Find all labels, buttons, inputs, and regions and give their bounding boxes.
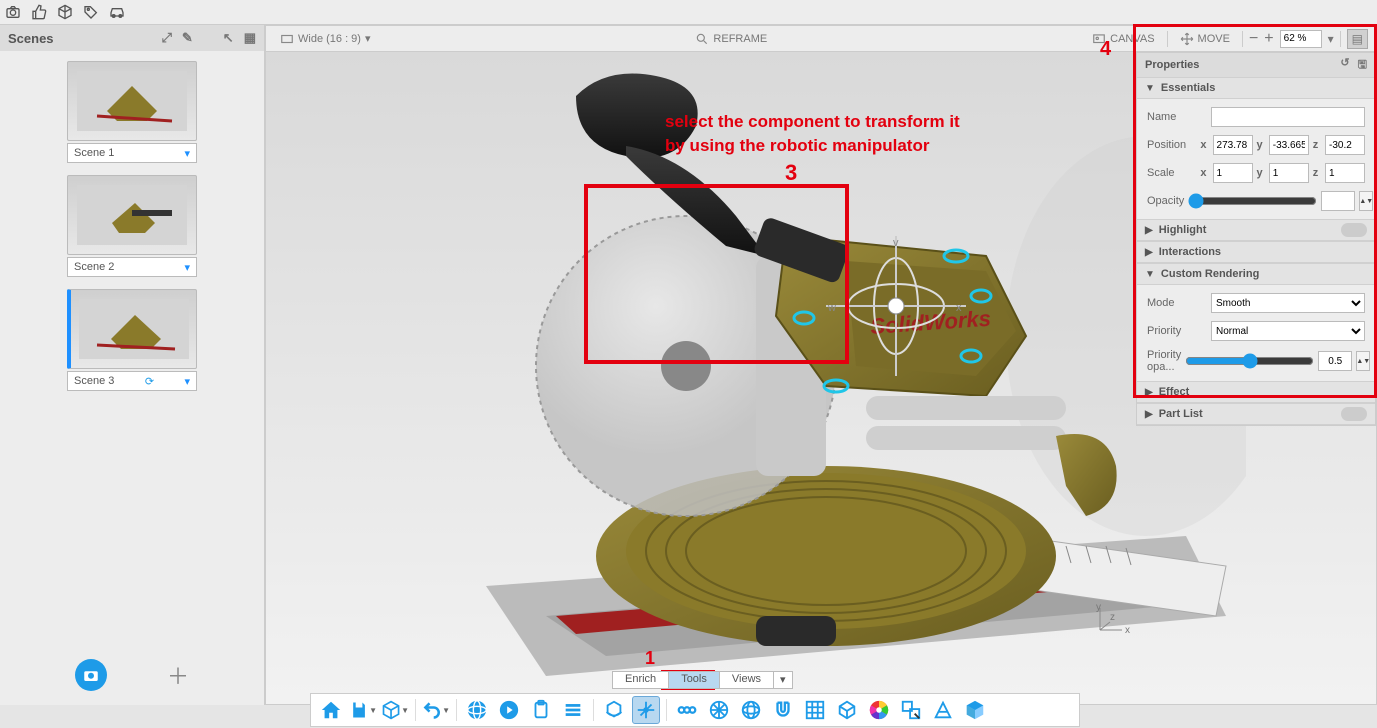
scenes-edit-icon[interactable]: ✎ — [182, 30, 193, 46]
clipboard-icon[interactable] — [527, 696, 555, 724]
color-wheel-icon[interactable] — [865, 696, 893, 724]
thumbs-tab-icon[interactable] — [26, 0, 52, 24]
camera-tab-icon[interactable] — [0, 0, 26, 24]
red-highlight-properties — [1133, 24, 1377, 398]
iso-cube-icon[interactable] — [961, 696, 989, 724]
save-icon[interactable]: ▼ — [349, 696, 377, 724]
scenes-expand-icon[interactable]: ⤢ — [161, 30, 171, 46]
sphere-grid-icon[interactable] — [737, 696, 765, 724]
chevron-down-icon: ▾ — [184, 375, 190, 388]
add-scene-button[interactable]: ＋ — [167, 659, 189, 691]
compass-icon[interactable] — [705, 696, 733, 724]
reframe-button[interactable]: REFRAME — [689, 29, 773, 49]
play-icon[interactable] — [495, 696, 523, 724]
package-icon[interactable]: ▼ — [381, 696, 409, 724]
wireframe-cube-icon[interactable] — [833, 696, 861, 724]
red-highlight-component — [584, 184, 849, 364]
chevron-down-icon: ▾ — [184, 261, 190, 274]
scene-item-2[interactable]: Scene 2▾ — [20, 175, 244, 277]
scene-thumb-2[interactable] — [67, 175, 197, 255]
annotation-text: select the component to transform it by … — [665, 110, 960, 158]
scene-thumb-1[interactable] — [67, 61, 197, 141]
car-tab-icon[interactable] — [104, 0, 130, 24]
bottom-toolbar: ▼ ▼ ▼ — [310, 693, 1080, 727]
undo-icon[interactable]: ▼ — [422, 696, 450, 724]
magnet-icon[interactable] — [769, 696, 797, 724]
scene-dropdown-1[interactable]: Scene 1▾ — [67, 143, 197, 163]
scenes-title: Scenes — [8, 31, 54, 46]
tab-tools[interactable]: Tools — [669, 672, 720, 688]
globe-icon[interactable] — [463, 696, 491, 724]
scene-item-1[interactable]: Scene 1▾ — [20, 61, 244, 163]
grid-icon[interactable] — [801, 696, 829, 724]
cube-tab-icon[interactable] — [52, 0, 78, 24]
perspective-icon[interactable] — [929, 696, 957, 724]
list-icon[interactable] — [559, 696, 587, 724]
svg-text:x: x — [956, 302, 962, 314]
scenes-panel: Scenes ⤢ ✎ ↖ ▦ Scene 1▾ Scene 2▾ — [0, 25, 265, 705]
capture-scene-button[interactable] — [75, 659, 107, 691]
chevron-down-icon: ▾ — [365, 32, 371, 45]
refresh-icon: ⟳ — [145, 375, 154, 388]
tag-tab-icon[interactable] — [78, 0, 104, 24]
partlist-header[interactable]: ▶Part List — [1137, 403, 1375, 425]
scenes-header: Scenes ⤢ ✎ ↖ ▦ — [0, 25, 264, 51]
top-icon-tabs — [0, 0, 1377, 25]
tab-enrich[interactable]: Enrich — [613, 672, 669, 688]
home-icon[interactable] — [317, 696, 345, 724]
scene-dropdown-2[interactable]: Scene 2▾ — [67, 257, 197, 277]
transform-manipulator-icon[interactable] — [632, 696, 660, 724]
tabs-chevron[interactable]: ▾ — [774, 672, 792, 688]
aspect-ratio-dropdown[interactable]: Wide (16 : 9) ▾ — [274, 29, 377, 49]
tab-views[interactable]: Views — [720, 672, 774, 688]
scenes-pointer-icon[interactable]: ↖ — [223, 30, 234, 46]
chevron-down-icon: ▾ — [184, 147, 190, 160]
scene-dropdown-3[interactable]: Scene 3⟳▾ — [67, 371, 197, 391]
scenes-grid-icon[interactable]: ▦ — [244, 30, 256, 46]
rotate-cube-icon[interactable] — [600, 696, 628, 724]
bottom-tabs: Enrich Tools Views ▾ — [612, 671, 793, 689]
link-chain-icon[interactable] — [673, 696, 701, 724]
select-cursor-icon[interactable] — [897, 696, 925, 724]
scene-thumb-3[interactable] — [67, 289, 197, 369]
scene-item-3[interactable]: Scene 3⟳▾ — [20, 289, 244, 391]
svg-text:v: v — [893, 237, 899, 249]
annotation-4: 4 — [1100, 38, 1111, 61]
partlist-toggle[interactable] — [1341, 407, 1367, 421]
scene-list: Scene 1▾ Scene 2▾ Scene 3⟳▾ — [0, 51, 264, 645]
axis-gizmo: y x z — [1096, 604, 1126, 634]
scene-controls: ＋ — [0, 645, 264, 705]
annotation-3: 3 — [785, 160, 797, 186]
annotation-1: 1 — [645, 648, 655, 669]
